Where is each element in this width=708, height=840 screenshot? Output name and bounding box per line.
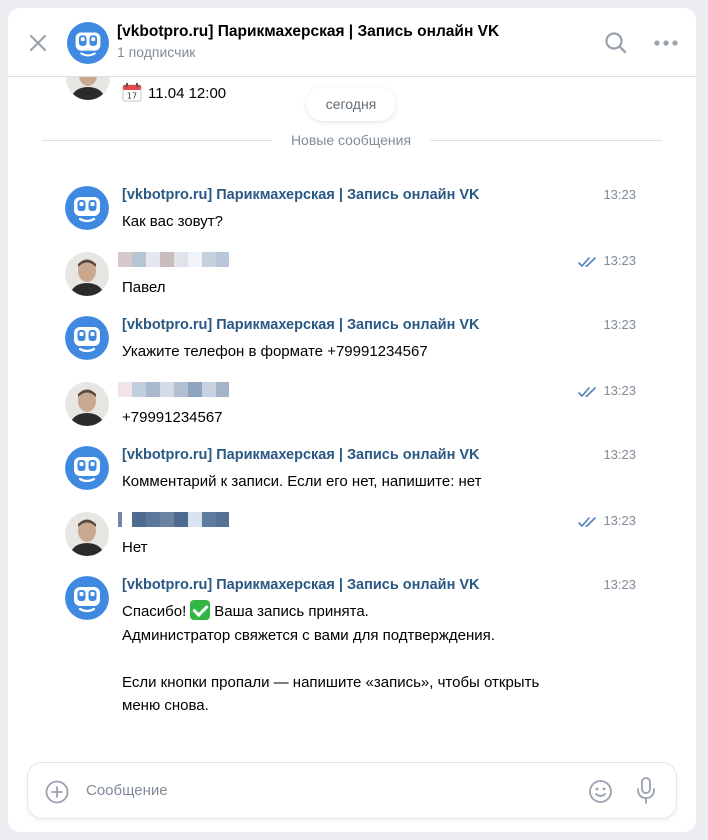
bot-avatar-icon[interactable] (65, 576, 109, 620)
user-avatar[interactable] (65, 252, 109, 296)
read-check-icon (578, 257, 596, 268)
message-text: Спасибо! Ваша запись принята. Администрат… (122, 600, 539, 718)
blurred-author-name (118, 382, 233, 397)
svg-text:17: 17 (127, 92, 137, 101)
emoji-smile-icon[interactable] (588, 779, 613, 804)
message-line: Спасибо! (122, 603, 187, 620)
user-avatar[interactable] (65, 382, 109, 426)
message-line: Если кнопки пропали — напишите «запись»,… (122, 673, 540, 691)
message-text: Укажите телефон в формате +79991234567 (122, 343, 428, 360)
message-feed: 17 11.04 12:00 сегодня Новые сообщения [… (8, 56, 696, 758)
message-line: Администратор свяжется с вами для подтве… (122, 626, 495, 644)
date-separator: сегодня (306, 87, 396, 121)
chat-subtitle: 1 подписчик (117, 44, 196, 60)
blurred-author-name (118, 252, 233, 267)
message-text: Как вас зовут? (122, 213, 224, 230)
message-author-link[interactable]: [vkbotpro.ru] Парикмахерская | Запись он… (122, 187, 480, 203)
message-line: Ваша запись принята. (214, 603, 369, 620)
search-icon[interactable] (603, 30, 629, 56)
previous-message: 17 11.04 12:00 (122, 82, 226, 102)
chat-title[interactable]: [vkbotpro.ru] Парикмахерская | Запись он… (117, 23, 499, 41)
more-options-icon[interactable] (653, 33, 679, 53)
new-messages-label: Новые сообщения (272, 132, 430, 148)
check-mark-emoji-icon (190, 600, 211, 620)
message-time[interactable]: 13:23 (603, 577, 636, 592)
message-composer (28, 763, 676, 818)
close-icon[interactable] (26, 31, 50, 55)
message-time[interactable]: 13:23 (603, 383, 636, 398)
new-messages-divider: Новые сообщения (42, 132, 662, 148)
blurred-author-name (118, 512, 233, 527)
message-input[interactable] (86, 775, 566, 805)
message-text: Нет (122, 539, 148, 556)
microphone-icon[interactable] (636, 777, 656, 805)
message-text: Павел (122, 279, 166, 296)
message-author-link[interactable]: [vkbotpro.ru] Парикмахерская | Запись он… (122, 577, 480, 593)
message-author-link[interactable]: [vkbotpro.ru] Парикмахерская | Запись он… (122, 447, 480, 463)
message-line: меню снова. (122, 697, 209, 714)
calendar-icon: 17 (122, 83, 142, 102)
chat-window: [vkbotpro.ru] Парикмахерская | Запись он… (8, 8, 696, 832)
bot-avatar-icon[interactable] (65, 186, 109, 230)
message-time[interactable]: 13:23 (603, 513, 636, 528)
read-check-icon (578, 387, 596, 398)
message-author-link[interactable]: [vkbotpro.ru] Парикмахерская | Запись он… (122, 317, 480, 333)
message-text: Комментарий к записи. Если его нет, напи… (122, 473, 482, 490)
user-avatar[interactable] (65, 512, 109, 556)
read-check-icon (578, 517, 596, 528)
bot-avatar-icon[interactable] (65, 446, 109, 490)
message-time[interactable]: 13:23 (603, 253, 636, 268)
bot-avatar-icon[interactable] (67, 22, 109, 64)
previous-message-text: 11.04 12:00 (148, 85, 227, 102)
chat-header: [vkbotpro.ru] Парикмахерская | Запись он… (8, 8, 696, 77)
message-text: +79991234567 (122, 409, 223, 426)
message-time[interactable]: 13:23 (603, 447, 636, 462)
message-time[interactable]: 13:23 (603, 317, 636, 332)
bot-avatar-icon[interactable] (65, 316, 109, 360)
message-time[interactable]: 13:23 (603, 187, 636, 202)
attach-plus-icon[interactable] (45, 780, 69, 804)
